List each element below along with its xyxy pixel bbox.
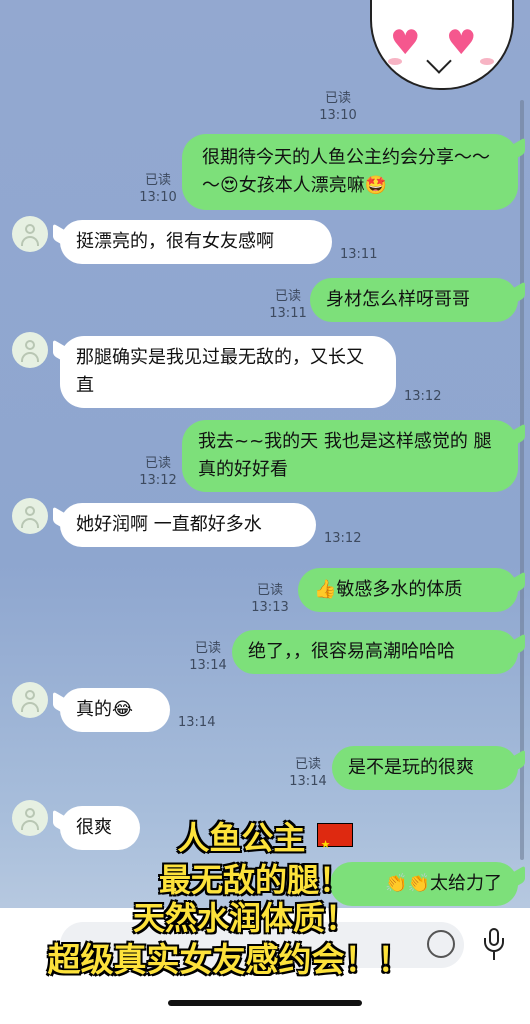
avatar[interactable] [12,216,48,252]
scrollbar[interactable] [520,100,524,860]
blush-icon [480,58,494,65]
avatar[interactable] [12,332,48,368]
caption-text: 超级真实女友感约会！！ [47,939,412,980]
read-label: 已读 [274,289,301,304]
avatar[interactable] [12,498,48,534]
message-bubble-outgoing[interactable]: 👍敏感多水的体质 [298,568,518,612]
message-text: 我去~~我的天 我也是这样感觉的 腿真的好好看 [198,431,492,480]
message-text: 是不是玩的很爽 [348,757,474,778]
message-bubble-incoming[interactable]: 她好润啊 一直都好多水 [60,503,316,547]
read-label: 已读 [144,456,171,471]
timestamp: 13:14 [289,774,327,789]
message-bubble-outgoing[interactable]: 很期待今天的人鱼公主约会分享～～～😍女孩本人漂亮嘛🤩 [182,134,518,210]
message-bubble-outgoing[interactable]: 身材怎么样呀哥哥 [310,278,518,322]
message-bubble-outgoing[interactable]: 绝了，，很容易高潮哈哈哈 [232,630,518,674]
timestamp: 13:12 [404,389,442,404]
read-label: 已读 [194,641,221,656]
timestamp: 13:12 [139,473,177,488]
message-text: 👍敏感多水的体质 [314,579,463,600]
message-status: 已读 13:12 [138,455,178,489]
home-indicator[interactable] [168,1000,362,1006]
message-status: 已读 13:11 [268,288,308,322]
message-status: 已读 13:14 [288,756,328,790]
read-label: 已读 [324,91,351,106]
timestamp: 13:11 [269,306,307,321]
timestamp: 13:10 [139,190,177,205]
love-eyes-sticker: ♥ ♥ [370,0,514,90]
message-bubble-incoming[interactable]: 挺漂亮的，很有女友感啊 [60,220,332,264]
message-text: 挺漂亮的，很有女友感啊 [76,231,274,252]
overlay-caption-line2: 最无敌的腿！ [0,860,520,900]
timestamp: 13:14 [189,658,227,673]
caption-text: 最无敌的腿！ [158,860,352,900]
read-label: 已读 [144,173,171,188]
message-text: 身材怎么样呀哥哥 [326,289,470,310]
caption-text: 天然水润体质！ [132,898,358,938]
overlay-caption-line4: 超级真实女友感约会！！ [0,939,494,980]
timestamp: 13:11 [340,247,378,262]
timestamp: 13:13 [251,600,289,615]
sticker-status: 已读 13:10 [318,90,358,124]
message-status: 已读 13:14 [188,640,228,674]
read-label: 已读 [256,583,283,598]
timestamp: 13:14 [178,715,216,730]
message-text: 绝了，，很容易高潮哈哈哈 [248,641,455,662]
avatar[interactable] [12,682,48,718]
caption-text: 人鱼公主 [176,818,306,858]
message-bubble-incoming[interactable]: 那腿确实是我见过最无敌的，又长又直 [60,336,396,408]
message-text: 真的😂 [76,699,134,720]
overlay-caption-line3: 天然水润体质！ [0,898,510,938]
message-bubble-outgoing[interactable]: 我去~~我的天 我也是这样感觉的 腿真的好好看 [182,420,518,492]
read-label: 已读 [294,757,321,772]
overlay-caption-line1: 人鱼公主 ★ [0,818,530,858]
message-status: 已读 13:10 [138,172,178,206]
message-text: 她好润啊 一直都好多水 [76,514,262,535]
message-bubble-outgoing[interactable]: 是不是玩的很爽 [332,746,518,790]
china-flag-icon: ★ [316,823,353,851]
blush-icon [388,58,402,65]
heart-eye-icon: ♥ [390,23,421,63]
message-bubble-incoming[interactable]: 真的😂 [60,688,170,732]
message-text: 很期待今天的人鱼公主约会分享～～～😍女孩本人漂亮嘛🤩 [202,147,490,196]
message-status: 已读 13:13 [250,582,290,616]
heart-eye-icon: ♥ [446,23,477,63]
timestamp: 13:12 [324,531,362,546]
message-text: 那腿确实是我见过最无敌的，又长又直 [76,347,364,396]
timestamp: 13:10 [319,108,357,123]
